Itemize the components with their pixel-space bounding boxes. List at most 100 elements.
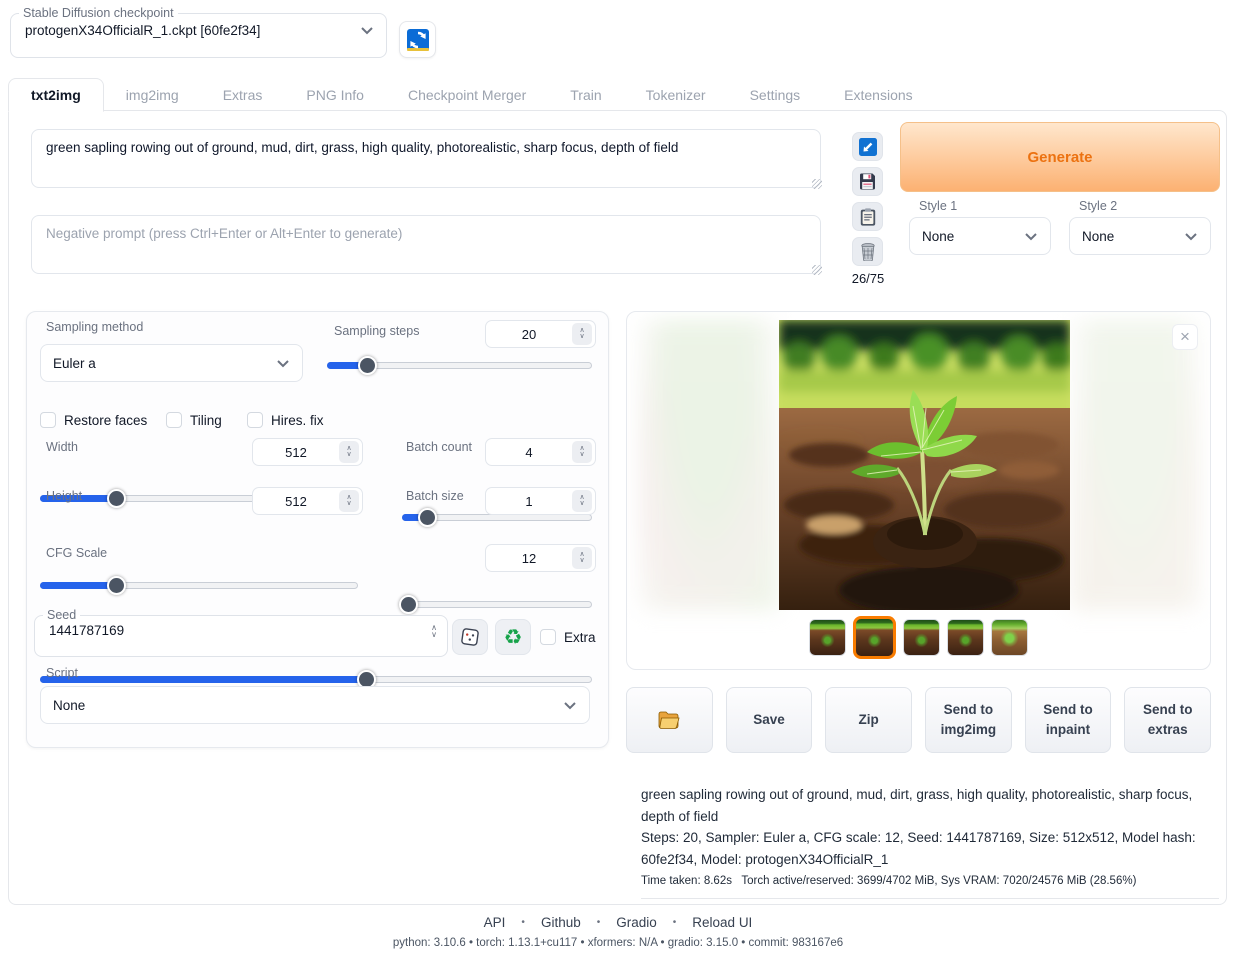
tiling-checkbox[interactable]: Tiling (166, 412, 222, 428)
clear-prompt-button[interactable] (852, 237, 883, 266)
tab-tokenizer[interactable]: Tokenizer (624, 79, 728, 111)
chevron-down-icon (563, 701, 577, 710)
cfg-scale-input[interactable]: 12 ∧∨ (485, 544, 596, 572)
width-input[interactable]: 512 ∧∨ (252, 438, 363, 466)
style2-dropdown[interactable]: None (1069, 217, 1211, 255)
send-to-inpaint-button[interactable]: Send to inpaint (1025, 687, 1112, 753)
style2-label: Style 2 (1079, 199, 1117, 213)
script-dropdown[interactable]: None (40, 686, 590, 724)
spinner-buttons[interactable]: ∧∨ (431, 624, 437, 638)
zip-button[interactable]: Zip (825, 687, 912, 753)
reload-ui-link[interactable]: Reload UI (692, 915, 752, 930)
tab-settings[interactable]: Settings (728, 79, 823, 111)
spinner-buttons[interactable]: ∧∨ (339, 490, 359, 512)
tab-extensions[interactable]: Extensions (822, 79, 934, 111)
thumbnail-1[interactable] (809, 619, 846, 656)
thumbnail-5[interactable] (991, 619, 1028, 656)
prompt-input[interactable]: green sapling rowing out of ground, mud,… (31, 129, 821, 188)
token-counter: 26/75 (849, 271, 887, 286)
paste-generation-params-button[interactable] (852, 132, 883, 161)
tab-img2img[interactable]: img2img (104, 79, 201, 111)
folder-icon (658, 711, 680, 729)
apply-style-button[interactable] (852, 202, 883, 231)
prompt-resize-handle[interactable] (812, 179, 822, 189)
random-seed-button[interactable] (452, 619, 488, 655)
send-to-extras-button[interactable]: Send to extras (1124, 687, 1211, 753)
thumbnail-2[interactable] (853, 616, 896, 659)
width-label: Width (46, 440, 78, 454)
tab-checkpoint-merger[interactable]: Checkpoint Merger (386, 79, 548, 111)
tab-train[interactable]: Train (548, 79, 623, 111)
seed-input[interactable]: Seed 1441787169 ∧∨ (34, 608, 448, 657)
chevron-down-icon (1024, 232, 1038, 241)
time-taken: Time taken: 8.62s (641, 875, 732, 887)
generation-info-params: Steps: 20, Sampler: Euler a, CFG scale: … (641, 827, 1219, 870)
thumbnail-4[interactable] (947, 619, 984, 656)
output-actions: Save Zip Send to img2img Send to inpaint… (626, 687, 1211, 753)
github-link[interactable]: Github (541, 915, 581, 930)
thumbnail-3[interactable] (903, 619, 940, 656)
cfg-scale-label: CFG Scale (46, 546, 107, 560)
txt2img-panel: green sapling rowing out of ground, mud,… (8, 110, 1227, 905)
save-style-button[interactable] (852, 167, 883, 196)
checkpoint-dropdown[interactable]: Stable Diffusion checkpoint protogenX34O… (10, 6, 387, 58)
gallery-adjacent-image-right[interactable] (1070, 320, 1200, 610)
batch-size-input[interactable]: 1 ∧∨ (485, 487, 596, 515)
gradio-link[interactable]: Gradio (616, 915, 657, 930)
generation-parameters-card: Sampling method Euler a Sampling steps 2… (26, 311, 609, 748)
tab-extras[interactable]: Extras (201, 79, 285, 111)
checkpoint-label: Stable Diffusion checkpoint (19, 6, 178, 20)
batch-count-input[interactable]: 4 ∧∨ (485, 438, 596, 466)
version-info: python: 3.10.6 • torch: 1.13.1+cu117 • x… (0, 937, 1236, 949)
spinner-buttons[interactable]: ∧∨ (572, 323, 592, 345)
negative-prompt-input[interactable] (31, 215, 821, 274)
floppy-disk-icon (859, 173, 876, 190)
send-to-img2img-button[interactable]: Send to img2img (925, 687, 1012, 753)
api-link[interactable]: API (484, 915, 506, 930)
tab-txt2img[interactable]: txt2img (8, 78, 104, 112)
refresh-checkpoints-button[interactable] (399, 21, 436, 58)
slider-handle[interactable] (107, 489, 126, 508)
style1-label: Style 1 (919, 199, 957, 213)
tab-png-info[interactable]: PNG Info (284, 79, 386, 111)
refresh-icon (407, 29, 429, 51)
gallery-thumbnails (627, 616, 1210, 659)
output-gallery: × (626, 311, 1211, 670)
recycle-icon: ♻ (504, 627, 523, 648)
close-gallery-button[interactable]: × (1172, 324, 1198, 350)
sampling-method-value: Euler a (53, 356, 276, 371)
vram-stats: Torch active/reserved: 3699/4702 MiB, Sy… (741, 875, 1136, 887)
slider-handle[interactable] (107, 576, 126, 595)
style1-dropdown[interactable]: None (909, 217, 1051, 255)
style2-value: None (1082, 229, 1184, 244)
slider-handle[interactable] (418, 508, 437, 527)
negative-prompt-resize-handle[interactable] (812, 265, 822, 275)
script-value: None (53, 698, 563, 713)
reuse-seed-button[interactable]: ♻ (495, 619, 531, 655)
height-slider[interactable] (40, 576, 358, 595)
save-button[interactable]: Save (726, 687, 813, 753)
sampling-steps-input[interactable]: 20 ∧∨ (485, 320, 596, 348)
batch-size-label: Batch size (406, 489, 464, 503)
restore-faces-checkbox[interactable]: Restore faces (40, 412, 147, 428)
batch-count-label: Batch count (406, 440, 472, 454)
chevron-down-icon (1184, 232, 1198, 241)
hires-fix-checkbox[interactable]: Hires. fix (247, 412, 324, 428)
open-folder-button[interactable] (626, 687, 713, 753)
spinner-buttons[interactable]: ∧∨ (572, 490, 592, 512)
sampling-steps-slider[interactable] (327, 356, 592, 375)
generated-image[interactable] (779, 320, 1070, 610)
generate-button[interactable]: Generate (900, 122, 1220, 192)
checkpoint-value: protogenX34OfficialR_1.ckpt [60fe2f34] (25, 23, 360, 38)
chevron-down-icon (276, 359, 290, 368)
spinner-buttons[interactable]: ∧∨ (572, 547, 592, 569)
seed-extra-checkbox[interactable]: Extra (540, 629, 596, 645)
gallery-adjacent-image-left[interactable] (639, 320, 779, 610)
clipboard-icon (860, 208, 876, 226)
height-label: Height (46, 489, 82, 503)
sampling-method-dropdown[interactable]: Euler a (40, 344, 303, 382)
spinner-buttons[interactable]: ∧∨ (572, 441, 592, 463)
spinner-buttons[interactable]: ∧∨ (339, 441, 359, 463)
slider-handle[interactable] (358, 356, 377, 375)
height-input[interactable]: 512 ∧∨ (252, 487, 363, 515)
